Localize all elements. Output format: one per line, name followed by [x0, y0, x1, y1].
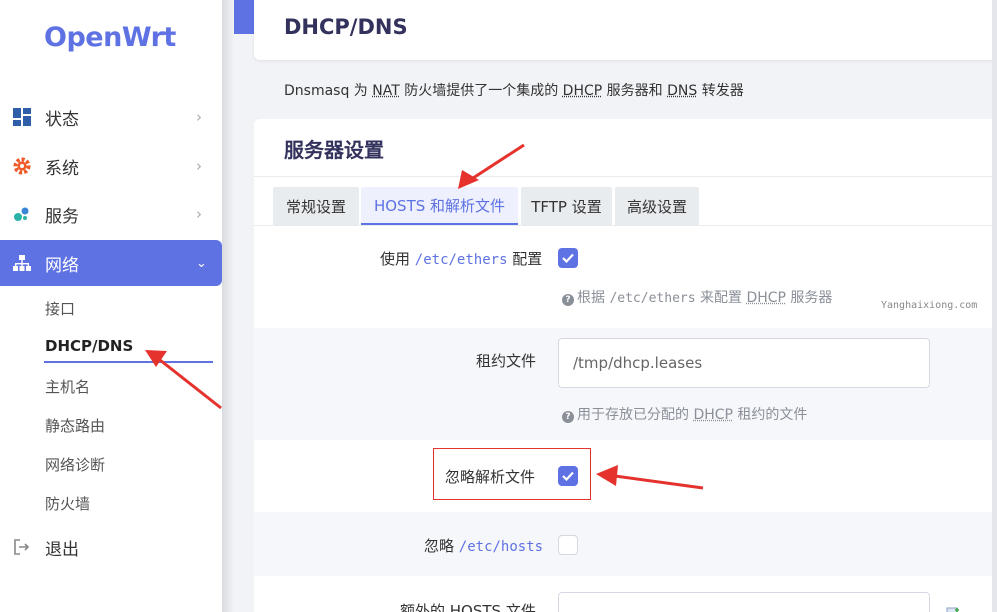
network-icon — [12, 253, 32, 273]
add-file-icon[interactable] — [946, 602, 960, 612]
tab-hosts-resolv[interactable]: HOSTS 和解析文件 — [361, 187, 518, 225]
leasefile-help: ? 用于存放已分配的 DHCP 租约的文件 — [562, 404, 807, 424]
gear-icon — [12, 156, 32, 176]
sidebar-item-status[interactable]: 状态 › — [0, 94, 222, 140]
watermark: Yanghaixiong.com — [881, 300, 978, 311]
page-title: DHCP/DNS — [284, 15, 408, 39]
logout-icon — [12, 537, 32, 557]
desc-text: Dnsmasq 为 — [284, 83, 373, 99]
chevron-right-icon: › — [196, 157, 202, 175]
sidebar: OpenWrt 状态 › 系统 › 服务 › 网络 ⌄ 接口 DHCP/DNS … — [0, 0, 222, 612]
sidebar-subitem-hostnames[interactable]: 主机名 — [45, 376, 90, 397]
question-circle-icon: ? — [562, 411, 574, 423]
tab-general[interactable]: 常规设置 — [273, 187, 359, 225]
sidebar-item-services[interactable]: 服务 › — [0, 191, 222, 237]
tab-advanced[interactable]: 高级设置 — [615, 187, 699, 225]
label-text: 配置 — [507, 250, 543, 268]
help-abbr: DHCP — [693, 407, 733, 423]
desc-text: 转发器 — [697, 83, 744, 99]
help-text: 服务器 — [785, 290, 833, 306]
nohosts-row — [254, 512, 997, 576]
leasefile-input[interactable] — [558, 338, 930, 388]
puzzle-icon — [12, 204, 32, 224]
ethers-label: 使用 /etc/ethers 配置 — [380, 248, 542, 269]
desc-text: 防火墙提供了一个集成的 — [399, 83, 563, 99]
help-text: 来配置 — [695, 290, 747, 306]
help-text: 根据 — [577, 290, 610, 306]
desc-text: 服务器和 — [602, 83, 668, 99]
sidebar-subitem-dhcp-dns[interactable]: DHCP/DNS — [45, 337, 133, 355]
desc-abbr-nat: NAT — [372, 83, 400, 99]
section-divider — [254, 176, 997, 177]
openwrt-logo[interactable]: OpenWrt — [44, 22, 176, 53]
nohosts-label: 忽略 /etc/hosts — [424, 535, 543, 556]
sidebar-item-label: 退出 — [45, 539, 79, 560]
scrollbar-track[interactable] — [992, 0, 997, 612]
active-subitem-underline — [44, 361, 213, 363]
sidebar-item-label: 状态 — [45, 109, 79, 130]
addnhosts-label: 额外的 HOSTS 文件 — [400, 602, 536, 612]
chevron-down-icon: ⌄ — [196, 255, 207, 271]
label-code: /etc/hosts — [458, 539, 544, 555]
sidebar-shadow — [222, 0, 234, 612]
sidebar-subitem-static-routes[interactable]: 静态路由 — [45, 415, 105, 436]
page-header: DHCP/DNS — [254, 0, 997, 60]
annotation-highlight-box — [433, 448, 591, 500]
help-text: 租约的文件 — [732, 407, 808, 423]
sidebar-item-label: 网络 — [45, 255, 79, 276]
help-code: /etc/ethers — [609, 291, 696, 306]
label-text: 使用 — [380, 250, 415, 268]
section-title: 服务器设置 — [284, 138, 384, 162]
sidebar-item-label: 系统 — [45, 158, 79, 179]
dashboard-icon — [12, 107, 32, 127]
tab-tftp[interactable]: TFTP 设置 — [521, 187, 612, 225]
sidebar-item-logout[interactable]: 退出 — [0, 524, 222, 570]
desc-abbr-dns: DNS — [667, 83, 698, 99]
sidebar-item-network[interactable]: 网络 ⌄ — [0, 240, 222, 286]
chevron-right-icon: › — [196, 205, 202, 223]
ethers-help: ? 根据 /etc/ethers 来配置 DHCP 服务器 — [562, 287, 832, 307]
tabs-divider — [254, 225, 997, 226]
sidebar-subitem-diagnostics[interactable]: 网络诊断 — [45, 454, 105, 475]
nohosts-checkbox[interactable] — [558, 535, 578, 555]
leasefile-label: 租约文件 — [476, 352, 537, 370]
question-circle-icon: ? — [562, 294, 574, 306]
sidebar-item-label: 服务 — [45, 206, 79, 227]
help-text: 用于存放已分配的 — [577, 407, 694, 423]
check-icon — [562, 253, 574, 263]
addnhosts-input[interactable] — [558, 592, 930, 612]
sidebar-subitem-firewall[interactable]: 防火墙 — [45, 493, 90, 514]
ethers-checkbox[interactable] — [558, 248, 578, 268]
chevron-right-icon: › — [196, 108, 202, 126]
header-accent-strip — [234, 0, 254, 34]
label-text: 忽略 — [424, 537, 459, 555]
sidebar-subitem-interfaces[interactable]: 接口 — [45, 298, 75, 319]
sidebar-item-system[interactable]: 系统 › — [0, 143, 222, 189]
desc-abbr-dhcp: DHCP — [562, 83, 603, 99]
help-abbr: DHCP — [746, 290, 786, 306]
label-code: /etc/ethers — [414, 252, 508, 268]
page-description: Dnsmasq 为 NAT 防火墙提供了一个集成的 DHCP 服务器和 DNS … — [284, 80, 744, 100]
